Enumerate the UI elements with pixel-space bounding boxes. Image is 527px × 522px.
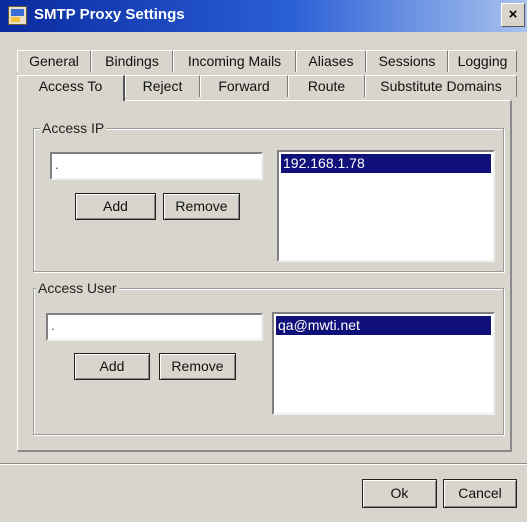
tab-aliases[interactable]: Aliases: [296, 50, 366, 72]
tab-route[interactable]: Route: [288, 75, 365, 97]
ok-button[interactable]: Ok: [362, 479, 437, 508]
app-icon: [8, 6, 27, 25]
tab-bindings[interactable]: Bindings: [91, 50, 173, 72]
access-ip-remove-button[interactable]: Remove: [163, 193, 240, 220]
tab-sessions[interactable]: Sessions: [366, 50, 448, 72]
tab-forward[interactable]: Forward: [200, 75, 288, 97]
tab-access-to[interactable]: Access To: [17, 75, 125, 101]
smtp-proxy-settings-dialog: SMTP Proxy Settings × General Bindings I…: [0, 0, 527, 522]
window-title: SMTP Proxy Settings: [34, 6, 185, 23]
footer-separator-highlight: [0, 464, 527, 465]
access-user-list[interactable]: qa@mwti.net: [272, 312, 495, 415]
tab-reject[interactable]: Reject: [125, 75, 200, 97]
tab-substitute-domains[interactable]: Substitute Domains: [365, 75, 517, 97]
tab-incoming-mails[interactable]: Incoming Mails: [173, 50, 296, 72]
access-user-legend: Access User: [36, 280, 119, 296]
list-item[interactable]: 192.168.1.78: [281, 154, 491, 173]
cancel-button[interactable]: Cancel: [443, 479, 517, 508]
tab-general[interactable]: General: [17, 50, 91, 72]
access-user-remove-button[interactable]: Remove: [159, 353, 236, 380]
access-user-input[interactable]: .: [46, 313, 263, 341]
access-ip-input[interactable]: .: [50, 152, 263, 180]
access-ip-list[interactable]: 192.168.1.78: [277, 150, 495, 262]
title-bar[interactable]: SMTP Proxy Settings ×: [0, 0, 527, 32]
list-item[interactable]: qa@mwti.net: [276, 316, 491, 335]
access-user-add-button[interactable]: Add: [74, 353, 150, 380]
access-ip-add-button[interactable]: Add: [75, 193, 156, 220]
tab-logging[interactable]: Logging: [448, 50, 517, 72]
access-ip-legend: Access IP: [40, 120, 107, 136]
close-button[interactable]: ×: [501, 3, 525, 27]
